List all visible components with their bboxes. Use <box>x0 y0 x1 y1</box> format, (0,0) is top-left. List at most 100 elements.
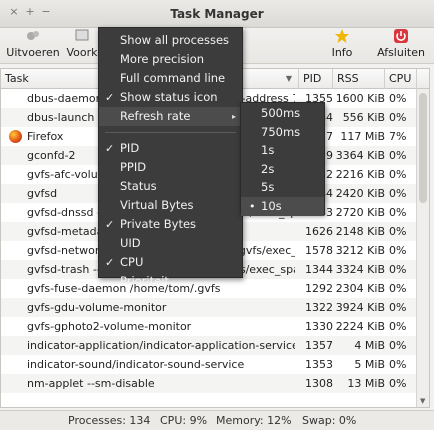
status-memory: Memory: 12% <box>216 414 292 427</box>
cell-rss: 2224 KiB <box>335 320 385 333</box>
refresh-option-5s[interactable]: 5s <box>241 178 324 197</box>
vertical-scrollbar[interactable]: ▼ <box>416 89 429 407</box>
menu-item-label: Show all processes <box>120 33 230 47</box>
refresh-option-label: 2s <box>261 161 275 176</box>
menu-item-status[interactable]: Status <box>99 177 242 196</box>
cell-rss: 4 MiB <box>354 339 385 352</box>
refresh-option-label: 750ms <box>261 124 301 139</box>
info-label: Info <box>331 46 353 59</box>
table-row[interactable]: indicator-application/indicator-applicat… <box>1 336 417 355</box>
refresh-option-10s[interactable]: • 10s <box>241 196 324 216</box>
cell-pid: 1292 <box>305 282 333 295</box>
menu-item-label: Refresh rate <box>120 109 191 123</box>
info-button[interactable]: Info <box>322 28 362 64</box>
star-icon <box>322 28 362 46</box>
preferences-button[interactable]: Voork <box>64 28 100 64</box>
cell-rss: 5 MiB <box>354 358 385 371</box>
cell-rss: 3324 KiB <box>335 263 385 276</box>
menu-item-pid[interactable]: ✓ PID <box>99 139 242 158</box>
menu-item-virtual-bytes[interactable]: Virtual Bytes <box>99 196 242 215</box>
firefox-icon <box>9 130 22 143</box>
refresh-option-1s[interactable]: 1s <box>241 141 324 160</box>
sort-arrow-icon: ▼ <box>285 74 292 83</box>
table-row[interactable]: nm-applet --sm-disable 1308 13 MiB 0% <box>1 374 417 393</box>
run-icon <box>4 28 62 46</box>
status-cpu: CPU: 9% <box>160 414 208 427</box>
cell-rss: 2304 KiB <box>335 282 385 295</box>
menu-item-uid[interactable]: UID <box>99 234 242 253</box>
menu-item-full-command-line[interactable]: Full command line <box>99 69 242 88</box>
menu-item-refresh-rate[interactable]: Refresh rate ▸ <box>99 107 242 126</box>
menu-separator <box>105 132 236 133</box>
cell-cpu: 0% <box>389 377 407 390</box>
cell-rss: 3924 KiB <box>335 301 385 314</box>
cell-cpu: 0% <box>389 339 407 352</box>
cell-rss: 3364 KiB <box>335 149 385 162</box>
menu-item-label: UID <box>120 236 141 250</box>
menu-item-label: Status <box>120 179 157 193</box>
cell-task: gvfs-gphoto2-volume-monitor <box>27 320 192 333</box>
cell-pid: 1344 <box>305 263 333 276</box>
refresh-option-label: 5s <box>261 180 275 194</box>
menu-item-show-all-processes[interactable]: Show all processes <box>99 31 242 50</box>
refresh-rate-submenu: 500ms 750ms 1s 2s 5s • 10s <box>240 102 325 216</box>
cell-cpu: 0% <box>389 206 407 219</box>
cell-task: gvfs-gdu-volume-monitor <box>27 301 167 314</box>
window-title: Task Manager <box>170 7 264 21</box>
menu-item-prioriteit[interactable]: Prioriteit <box>99 272 242 291</box>
star-shape <box>335 29 349 43</box>
menu-item-label: Full command line <box>120 71 226 85</box>
cell-cpu: 0% <box>389 92 407 105</box>
menu-item-label: Virtual Bytes <box>120 198 194 212</box>
column-header-rss[interactable]: RSS <box>333 69 385 89</box>
cell-task: indicator-sound/indicator-sound-service <box>27 358 245 371</box>
radio-bullet-icon: • <box>249 199 256 213</box>
run-button[interactable]: Uitvoeren <box>4 28 62 64</box>
menu-item-cpu[interactable]: ✓ CPU <box>99 253 242 272</box>
table-row[interactable]: gvfs-gphoto2-volume-monitor 1330 2224 KiB 0… <box>1 317 417 336</box>
refresh-option-750ms[interactable]: 750ms <box>241 123 324 142</box>
refresh-option-2s[interactable]: 2s <box>241 160 324 179</box>
cell-rss: 3212 KiB <box>335 244 385 257</box>
power-icon <box>372 28 430 46</box>
menu-item-show-status-icon[interactable]: ✓ Show status icon <box>99 88 242 107</box>
column-header-cpu[interactable]: CPU <box>385 69 417 89</box>
cell-cpu: 0% <box>389 320 407 333</box>
menu-item-label: PID <box>120 141 140 155</box>
table-row[interactable]: indicator-sound/indicator-sound-service 1… <box>1 355 417 374</box>
status-swap: Swap: 0% <box>302 414 357 427</box>
refresh-option-label: 10s <box>261 198 282 213</box>
cell-cpu: 0% <box>389 301 407 314</box>
cell-rss: 556 KiB <box>342 111 385 124</box>
cell-rss: 2420 KiB <box>335 187 385 200</box>
cell-pid: 1353 <box>305 358 333 371</box>
refresh-option-500ms[interactable]: 500ms <box>241 104 324 123</box>
check-icon: ✓ <box>105 256 115 269</box>
cell-cpu: 0% <box>389 358 407 371</box>
menu-item-ppid[interactable]: PPID <box>99 158 242 177</box>
cell-cpu: 0% <box>389 282 407 295</box>
menu-item-label: PPID <box>120 160 147 174</box>
cell-task: nm-applet --sm-disable <box>27 377 155 390</box>
cell-rss: 2148 KiB <box>335 225 385 238</box>
cell-cpu: 0% <box>389 111 407 124</box>
cell-cpu: 0% <box>389 187 407 200</box>
cell-pid: 1357 <box>305 339 333 352</box>
cell-pid: 1626 <box>305 225 333 238</box>
menu-item-label: More precision <box>120 52 205 66</box>
cell-pid: 1322 <box>305 301 333 314</box>
quit-button[interactable]: Afsluiten <box>372 28 430 64</box>
cell-rss: 2720 KiB <box>335 206 385 219</box>
menu-item-label: Private Bytes <box>120 217 197 231</box>
menu-item-private-bytes[interactable]: ✓ Private Bytes <box>99 215 242 234</box>
table-row[interactable]: gvfs-gdu-volume-monitor 1322 3924 KiB 0% <box>1 298 417 317</box>
menu-item-more-precision[interactable]: More precision <box>99 50 242 69</box>
column-header-pid[interactable]: PID <box>299 69 333 89</box>
preferences-menu: Show all processes More precision Full com… <box>98 27 243 288</box>
cell-cpu: 0% <box>389 225 407 238</box>
scrollbar-thumb[interactable] <box>419 93 427 203</box>
preferences-label: Voork <box>66 46 98 59</box>
scroll-down-icon[interactable]: ▼ <box>420 397 425 405</box>
column-task-label: Task <box>5 72 29 85</box>
check-icon: ✓ <box>105 218 115 231</box>
